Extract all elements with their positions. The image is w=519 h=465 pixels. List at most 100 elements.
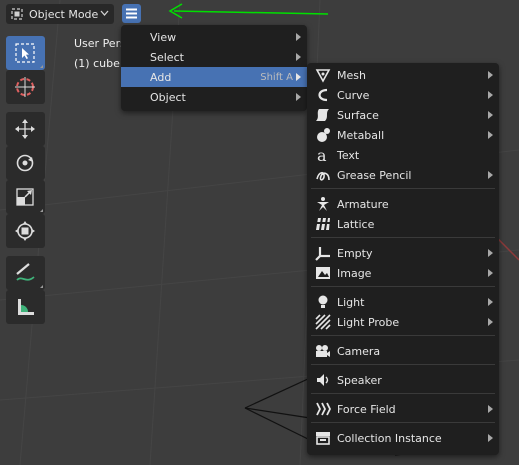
empty-icon (315, 247, 330, 261)
svg-text:a: a (317, 147, 327, 163)
add-item-metaball[interactable]: Metaball (307, 125, 499, 145)
add-item-speaker[interactable]: Speaker (307, 370, 499, 390)
object-menu-dropdown: View Select Add Shift A Object (121, 25, 307, 111)
move-tool[interactable] (6, 112, 45, 146)
mesh-icon (315, 69, 331, 83)
armature-icon (317, 197, 329, 211)
menu-item-label: Text (337, 148, 360, 162)
add-item-armature[interactable]: Armature (307, 194, 499, 214)
menu-item-label: Light (337, 295, 365, 309)
menu-item-label: Select (150, 50, 184, 64)
surface-icon (316, 109, 329, 121)
add-item-mesh[interactable]: Mesh (307, 65, 499, 85)
speaker-icon (317, 374, 329, 386)
submenu-arrow-icon (296, 73, 301, 81)
menu-separator (311, 364, 495, 365)
submenu-arrow-icon (296, 93, 301, 101)
transform-icon (15, 221, 35, 241)
rotate-tool[interactable] (6, 146, 45, 180)
submenu-arrow-icon (488, 171, 493, 179)
add-item-camera[interactable]: Camera (307, 341, 499, 361)
menu-item-label: Mesh (337, 68, 366, 82)
transform-tool[interactable] (6, 214, 45, 248)
metaball-icon (317, 128, 330, 142)
select-box-icon (15, 43, 35, 63)
mode-label: Object Mode (29, 7, 99, 21)
curve-icon (318, 88, 328, 102)
menu-item-label: Add (150, 70, 172, 84)
add-item-text[interactable]: a Text (307, 145, 499, 165)
menu-item-view[interactable]: View (121, 27, 307, 47)
menu-item-label: Empty (337, 246, 373, 260)
add-item-force-field[interactable]: Force Field (307, 399, 499, 419)
lattice-icon (316, 218, 330, 230)
menu-separator (311, 237, 495, 238)
submenu-arrow-icon (296, 53, 301, 61)
submenu-arrow-icon (488, 249, 493, 257)
menu-item-add[interactable]: Add Shift A (121, 67, 307, 87)
submenu-arrow-icon (488, 111, 493, 119)
annotate-tool[interactable] (6, 256, 45, 290)
menu-item-label: Armature (337, 197, 389, 211)
menu-item-label: Lattice (337, 217, 375, 231)
menu-item-label: Light Probe (337, 315, 400, 329)
add-item-lattice[interactable]: Lattice (307, 214, 499, 234)
submenu-arrow-icon (488, 269, 493, 277)
mode-dropdown[interactable]: Object Mode (6, 4, 114, 24)
scale-tool[interactable] (6, 180, 45, 214)
cursor-tool[interactable] (6, 70, 45, 104)
submenu-arrow-icon (488, 405, 493, 413)
menu-separator (311, 422, 495, 423)
add-item-empty[interactable]: Empty (307, 243, 499, 263)
menu-separator (311, 393, 495, 394)
collection-instance-icon (316, 432, 330, 445)
menu-separator (311, 335, 495, 336)
annotate-icon (16, 263, 35, 281)
light-icon (318, 295, 328, 308)
text-icon: a (317, 147, 327, 163)
add-submenu: Mesh Curve Surface Metaball a Text Greas… (307, 63, 499, 455)
add-item-grease-pencil[interactable]: Grease Pencil (307, 165, 499, 185)
menu-item-label: Curve (337, 88, 370, 102)
light-probe-icon (315, 314, 331, 330)
annotation-arrow (168, 3, 329, 19)
menu-item-label: Surface (337, 108, 379, 122)
menu-item-label: Image (337, 266, 372, 280)
menu-separator (311, 286, 495, 287)
measure-icon (18, 299, 34, 315)
camera-icon (316, 345, 330, 357)
add-item-curve[interactable]: Curve (307, 85, 499, 105)
object-mode-icon (11, 8, 23, 20)
submenu-arrow-icon (488, 91, 493, 99)
hamburger-menu-button[interactable] (122, 4, 141, 23)
add-item-light[interactable]: Light (307, 292, 499, 312)
menu-item-label: Grease Pencil (337, 168, 412, 182)
add-item-collection-instance[interactable]: Collection Instance (307, 428, 499, 448)
add-item-light-probe[interactable]: Light Probe (307, 312, 499, 332)
menu-item-object[interactable]: Object (121, 87, 307, 107)
grease-pencil-icon (316, 171, 330, 181)
submenu-arrow-icon (488, 131, 493, 139)
submenu-arrow-icon (488, 71, 493, 79)
submenu-arrow-icon (488, 434, 493, 442)
menu-item-label: View (150, 30, 177, 44)
move-icon (15, 119, 35, 139)
force-field-icon (316, 402, 331, 416)
chevron-down-icon (100, 10, 109, 16)
menu-item-label: Metaball (337, 128, 385, 142)
submenu-arrow-icon (488, 298, 493, 306)
measure-tool[interactable] (6, 290, 45, 324)
hamburger-icon (126, 8, 137, 19)
menu-item-label: Object (150, 90, 186, 104)
image-icon (316, 267, 330, 279)
submenu-arrow-icon (488, 318, 493, 326)
select-box-tool[interactable] (6, 36, 45, 70)
menu-separator (311, 188, 495, 189)
scale-icon (16, 188, 34, 206)
menu-item-select[interactable]: Select (121, 47, 307, 67)
menu-item-label: Camera (337, 344, 381, 358)
add-item-surface[interactable]: Surface (307, 105, 499, 125)
menu-item-label: Collection Instance (337, 431, 442, 445)
add-item-image[interactable]: Image (307, 263, 499, 283)
cursor-icon (15, 77, 35, 97)
